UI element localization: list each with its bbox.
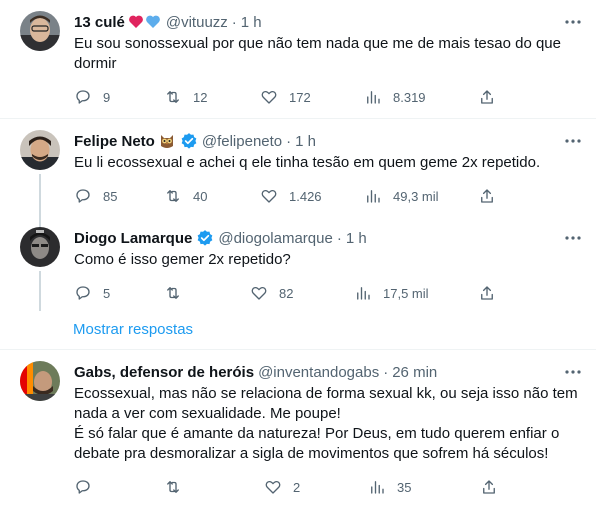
timestamp[interactable]: 1 h (346, 230, 367, 247)
author-name[interactable]: Gabs, defensor de heróis (74, 364, 254, 381)
reply-button[interactable]: 85 (74, 186, 117, 206)
verified-badge-icon[interactable] (180, 132, 198, 150)
owl-emoji (158, 132, 176, 150)
reply-button[interactable]: 5 (74, 283, 110, 303)
timestamp[interactable]: 1 h (241, 14, 262, 31)
share-icon (483, 480, 495, 494)
author-handle[interactable]: @vituuzz (166, 14, 228, 31)
avatar[interactable] (20, 130, 60, 170)
tweet-actions: 5 82 17,5 mil (74, 283, 504, 303)
tweet-text: Eu li ecossexual e achei q ele tinha tes… (74, 154, 541, 171)
view-count: 8.319 (393, 89, 426, 105)
retweet-icon (167, 190, 179, 202)
more-options-icon[interactable] (564, 13, 582, 31)
view-count: 49,3 mil (393, 188, 439, 204)
tweet-actions: 2 35 (74, 477, 504, 497)
share-button[interactable] (478, 283, 496, 303)
author-handle[interactable]: @inventandogabs (258, 364, 379, 381)
like-button[interactable]: 1.426 (260, 186, 322, 206)
reply-icon (76, 90, 90, 104)
share-icon (481, 189, 493, 203)
tweet-text: Ecossexual, mas não se relaciona de form… (74, 385, 578, 462)
view-count: 35 (397, 479, 412, 495)
retweet-button[interactable] (164, 283, 193, 303)
avatar[interactable] (20, 361, 60, 401)
verified-badge-icon[interactable] (196, 229, 214, 247)
tweet-3[interactable]: Diogo Lamarque @diogolamarque · 1 h Como… (0, 219, 596, 311)
share-icon (481, 90, 493, 104)
views-icon (371, 481, 384, 494)
hearts-emoji (128, 14, 162, 30)
share-button[interactable] (478, 186, 496, 206)
avatar[interactable] (20, 227, 60, 267)
tweet-actions: 9 12 172 8.319 (74, 87, 504, 107)
heart-icon (261, 189, 277, 203)
timestamp[interactable]: 1 h (295, 133, 316, 150)
reply-count: 85 (103, 188, 118, 204)
like-button[interactable]: 2 (264, 477, 300, 497)
tweet-1[interactable]: 13 culé @vituuzz · 1 h Eu sou sonossexua… (0, 0, 596, 118)
retweet-icon (167, 481, 179, 493)
like-button[interactable]: 172 (260, 87, 311, 107)
like-count: 172 (289, 89, 311, 105)
heart-icon (261, 90, 277, 104)
views-button[interactable]: 35 (368, 477, 411, 497)
thread-line (39, 271, 41, 311)
views-icon (357, 287, 370, 300)
heart-icon (265, 480, 281, 494)
views-button[interactable]: 17,5 mil (354, 283, 429, 303)
reply-icon (76, 480, 90, 494)
tweet-2[interactable]: Felipe Neto @felipeneto · 1 h Eu li ecos… (0, 119, 596, 221)
thread-line (39, 174, 41, 221)
view-count: 17,5 mil (383, 285, 429, 301)
views-button[interactable]: 8.319 (364, 87, 426, 107)
author-handle[interactable]: @diogolamarque (218, 230, 332, 247)
separator-dot: · (231, 13, 237, 31)
more-options-icon[interactable] (564, 229, 582, 247)
retweet-button[interactable]: 12 (164, 87, 207, 107)
author-handle[interactable]: @felipeneto (202, 133, 282, 150)
share-icon (481, 286, 493, 300)
retweet-icon (167, 91, 179, 103)
author-name[interactable]: Felipe Neto (74, 133, 155, 150)
author-name[interactable]: Diogo Lamarque (74, 230, 192, 247)
reply-icon (76, 286, 90, 300)
reply-count: 9 (103, 89, 111, 105)
share-button[interactable] (478, 87, 496, 107)
like-count: 2 (293, 479, 301, 495)
like-button[interactable]: 82 (250, 283, 293, 303)
reply-icon (76, 189, 90, 203)
like-count: 82 (279, 285, 294, 301)
like-count: 1.426 (289, 188, 322, 204)
views-icon (367, 190, 380, 203)
tweet-text: Eu sou sonossexual por que não tem nada … (74, 35, 566, 72)
more-options-icon[interactable] (564, 132, 582, 150)
more-options-icon[interactable] (564, 363, 582, 381)
retweet-count: 40 (193, 188, 208, 204)
views-icon (367, 91, 380, 104)
thread-line (39, 219, 41, 227)
reply-count: 5 (103, 285, 111, 301)
separator-dot: · (383, 363, 389, 381)
show-replies-link[interactable]: Mostrar respostas (73, 321, 193, 338)
retweet-button[interactable]: 40 (164, 186, 207, 206)
reply-button[interactable] (74, 477, 103, 497)
retweet-count: 12 (193, 89, 208, 105)
retweet-button[interactable] (164, 477, 193, 497)
separator-dot: · (336, 229, 342, 247)
retweet-icon (167, 287, 179, 299)
views-button[interactable]: 49,3 mil (364, 186, 439, 206)
tweet-actions: 85 40 1.426 49,3 mil (74, 186, 504, 206)
separator-dot: · (286, 132, 292, 150)
share-button[interactable] (480, 477, 498, 497)
heart-icon (251, 286, 267, 300)
avatar[interactable] (20, 11, 60, 51)
reply-button[interactable]: 9 (74, 87, 110, 107)
tweet-text: Como é isso gemer 2x repetido? (74, 251, 291, 268)
author-name[interactable]: 13 culé (74, 14, 125, 31)
tweet-4[interactable]: Gabs, defensor de heróis @inventandogabs… (0, 350, 596, 514)
timestamp[interactable]: 26 min (392, 364, 437, 381)
